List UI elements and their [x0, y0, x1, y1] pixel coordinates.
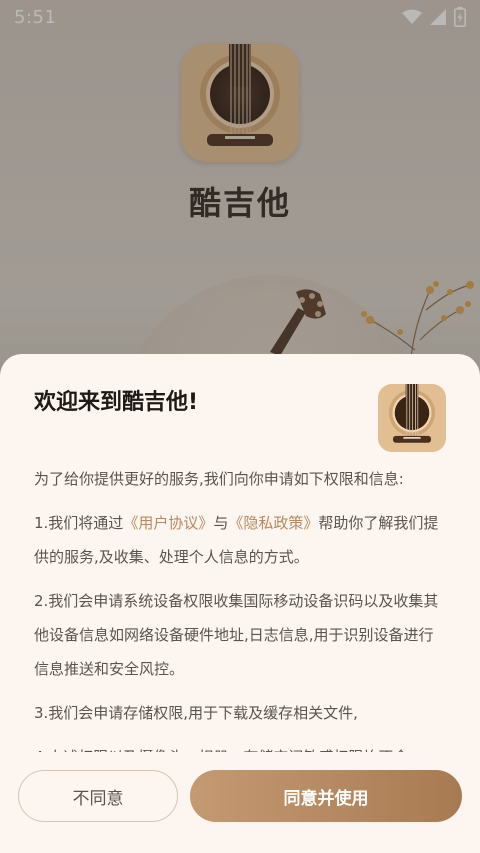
dialog-item-2: 2.我们会申请系统设备权限收集国际移动设备识码以及收集其他设备信息如网络设备硬件…	[34, 592, 439, 678]
dialog-item-1: 1.我们将通过《用户协议》与《隐私政策》帮助你了解我们提供的服务,及收集、处理个…	[34, 506, 446, 574]
guitar-logo-icon	[378, 384, 446, 452]
disagree-button[interactable]: 不同意	[18, 770, 178, 822]
dialog-title: 欢迎来到酷吉他!	[34, 390, 199, 415]
dialog-app-logo	[378, 384, 446, 452]
privacy-dialog: 欢迎来到酷吉他! 为了给你提供更好的服务,我们向你申请如下权限和信息: 1.我们…	[0, 354, 480, 853]
item-1-mid: 与	[213, 514, 229, 532]
dialog-body[interactable]: 为了给你提供更好的服务,我们向你申请如下权限和信息: 1.我们将通过《用户协议》…	[34, 462, 446, 752]
dialog-item-4: 4.上述权限以及摄像头、相册、存储空间敏感权限均不会	[34, 740, 446, 752]
agree-button[interactable]: 同意并使用	[190, 770, 462, 822]
privacy-policy-link[interactable]: 《隐私政策》	[228, 514, 318, 532]
dialog-intro: 为了给你提供更好的服务,我们向你申请如下权限和信息:	[34, 470, 404, 488]
item-1-prefix: 1.我们将通过	[34, 514, 124, 532]
dialog-item-3: 3.我们会申请存储权限,用于下载及缓存相关文件,	[34, 704, 358, 722]
user-agreement-link[interactable]: 《用户协议》	[123, 514, 213, 532]
